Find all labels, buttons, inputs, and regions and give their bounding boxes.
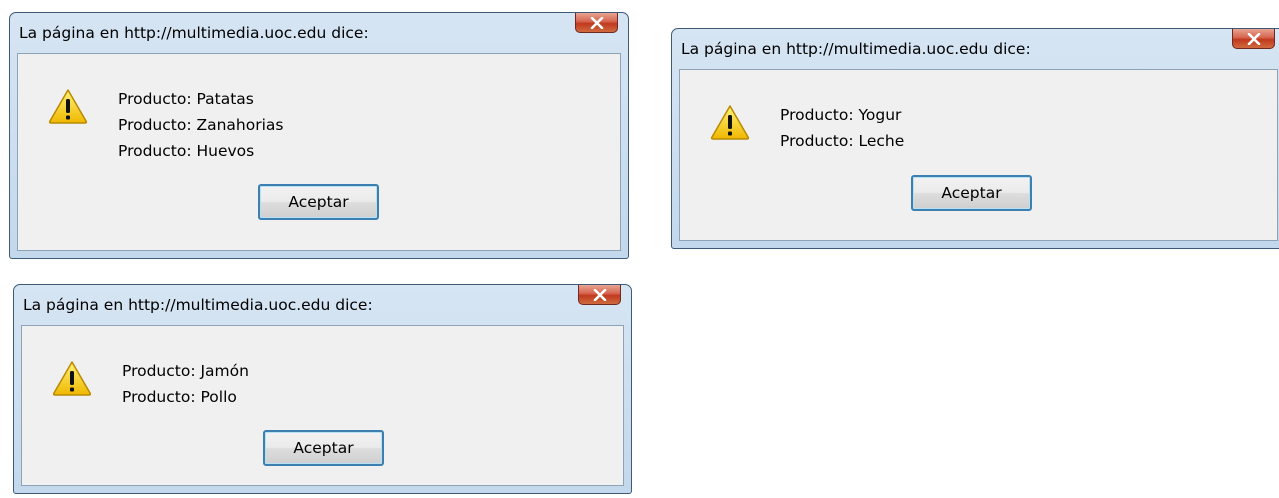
warning-icon xyxy=(710,105,750,140)
dialog-body: Producto: Yogur Producto: Leche Aceptar xyxy=(679,69,1278,241)
message-line: Producto: Leche xyxy=(780,132,905,150)
close-icon xyxy=(590,16,603,29)
message-line: Producto: Huevos xyxy=(118,142,255,160)
message-text: Producto: Jamón Producto: Pollo xyxy=(122,358,249,410)
close-button[interactable] xyxy=(1232,29,1275,49)
warning-icon xyxy=(48,89,88,124)
dialog-title: La página en http://multimedia.uoc.edu d… xyxy=(19,24,369,42)
message-line: Producto: Zanahorias xyxy=(118,116,284,134)
close-icon xyxy=(1247,32,1260,45)
close-button[interactable] xyxy=(575,13,618,33)
message-line: Producto: Pollo xyxy=(122,388,237,406)
dialog-body: Producto: Patatas Producto: Zanahorias P… xyxy=(17,53,621,251)
dialog-title: La página en http://multimedia.uoc.edu d… xyxy=(681,40,1031,58)
message-line: Producto: Patatas xyxy=(118,90,254,108)
dialog-titlebar[interactable]: La página en http://multimedia.uoc.edu d… xyxy=(17,13,621,53)
close-icon xyxy=(593,288,606,301)
dialog-titlebar[interactable]: La página en http://multimedia.uoc.edu d… xyxy=(21,285,624,325)
alert-dialog-3: La página en http://multimedia.uoc.edu d… xyxy=(13,284,632,494)
alert-dialog-1: La página en http://multimedia.uoc.edu d… xyxy=(9,12,629,259)
alert-dialog-2: La página en http://multimedia.uoc.edu d… xyxy=(671,28,1279,249)
accept-button[interactable]: Aceptar xyxy=(911,175,1032,211)
message-line: Producto: Yogur xyxy=(780,106,902,124)
close-button[interactable] xyxy=(578,285,621,305)
message-line: Producto: Jamón xyxy=(122,362,249,380)
message-text: Producto: Yogur Producto: Leche xyxy=(780,102,904,154)
dialog-title: La página en http://multimedia.uoc.edu d… xyxy=(23,296,373,314)
dialog-titlebar[interactable]: La página en http://multimedia.uoc.edu d… xyxy=(679,29,1278,69)
message-text: Producto: Patatas Producto: Zanahorias P… xyxy=(118,86,283,164)
dialog-body: Producto: Jamón Producto: Pollo Aceptar xyxy=(21,325,624,486)
accept-button[interactable]: Aceptar xyxy=(258,184,379,220)
warning-icon xyxy=(52,361,92,396)
accept-button[interactable]: Aceptar xyxy=(263,430,384,466)
